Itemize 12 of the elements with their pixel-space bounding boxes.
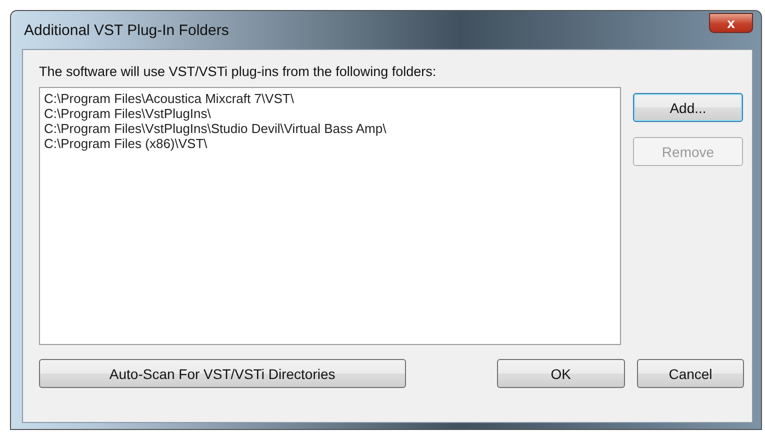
folder-item[interactable]: C:\Program Files\VstPlugIns\Studio Devil\Virtual Bass Amp\ bbox=[44, 121, 616, 136]
close-button[interactable]: x bbox=[709, 13, 753, 33]
folder-item[interactable]: C:\Program Files (x86)\VST\ bbox=[44, 136, 616, 151]
folder-item[interactable]: C:\Program Files\VstPlugIns\ bbox=[44, 106, 616, 121]
instruction-text: The software will use VST/VSTi plug-ins from the following folders: bbox=[39, 64, 438, 79]
side-button[interactable]: Add... bbox=[633, 93, 743, 122]
dialog-button[interactable]: Cancel bbox=[637, 359, 744, 388]
dialog-button[interactable]: Auto-Scan For VST/VSTi Directories bbox=[39, 359, 406, 388]
folder-list[interactable]: C:\Program Files\Acoustica Mixcraft 7\VST\ C:\Program Files\VstPlugIns\ C:\Program Files\VstPlugIns\Studio Devil\Virtual Bass Amp\ C:\Program Files (x86)\VST\ bbox=[39, 87, 621, 345]
dialog-button[interactable]: OK bbox=[496, 359, 625, 388]
folder-item[interactable]: C:\Program Files\Acoustica Mixcraft 7\VST\ bbox=[44, 91, 616, 106]
window-title: Additional VST Plug-In Folders bbox=[23, 22, 229, 38]
